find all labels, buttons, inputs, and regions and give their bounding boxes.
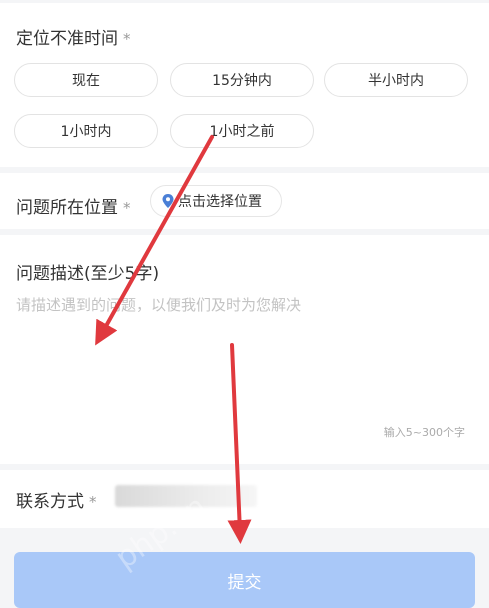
section-gap-1 — [0, 167, 489, 173]
time-option-label: 半小时内 — [368, 73, 424, 89]
time-section-label: 定位不准时间 * — [16, 24, 131, 49]
required-mark: * — [89, 493, 97, 511]
time-option-now[interactable]: 现在 — [14, 63, 158, 97]
section-gap-3 — [0, 464, 489, 470]
time-label-text: 定位不准时间 — [16, 29, 118, 49]
top-gap — [0, 0, 489, 3]
time-option-15min[interactable]: 15分钟内 — [170, 63, 314, 97]
description-input[interactable] — [16, 294, 476, 414]
select-location-label: 点击选择位置 — [178, 194, 262, 210]
time-option-half-hour[interactable]: 半小时内 — [324, 63, 468, 97]
location-section-label: 问题所在位置 * — [16, 193, 131, 218]
submit-button[interactable]: 提交 — [14, 552, 475, 608]
char-counter: 输入5~300个字 — [383, 426, 465, 439]
section-gap-2 — [0, 229, 489, 235]
time-option-label: 1小时内 — [60, 124, 112, 140]
description-label: 问题描述(至少5字) — [16, 264, 160, 284]
time-option-1hour[interactable]: 1小时内 — [14, 114, 158, 148]
select-location-button[interactable]: 点击选择位置 — [150, 185, 282, 217]
location-pin-icon — [162, 194, 174, 208]
contact-label-text: 联系方式 — [16, 492, 84, 512]
contact-input-blurred[interactable] — [115, 485, 257, 507]
contact-section-label: 联系方式 * — [16, 487, 97, 512]
time-option-label: 现在 — [72, 73, 100, 89]
required-mark: * — [123, 30, 131, 48]
location-label-text: 问题所在位置 — [16, 198, 118, 218]
time-option-label: 1小时之前 — [209, 124, 275, 140]
required-mark: * — [123, 199, 131, 217]
time-option-before-1hour[interactable]: 1小时之前 — [170, 114, 314, 148]
time-option-label: 15分钟内 — [212, 73, 272, 89]
